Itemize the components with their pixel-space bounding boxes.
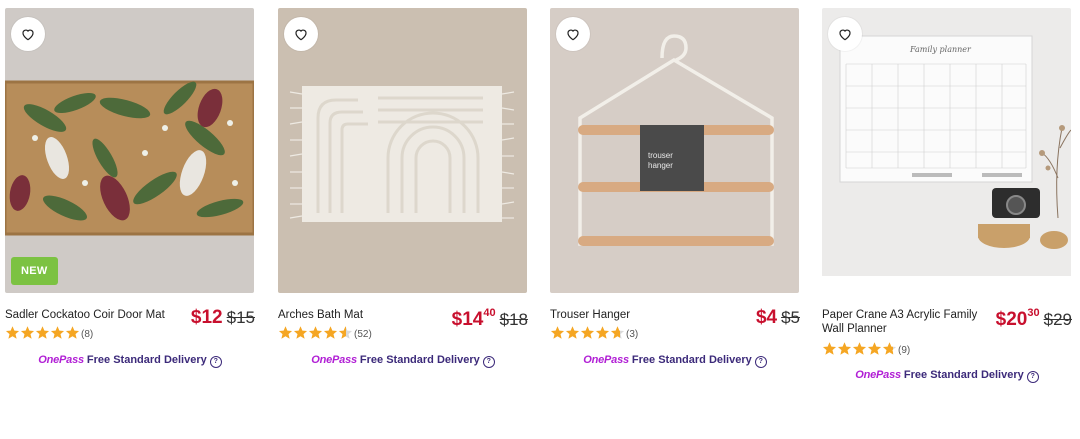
delivery-label: Free Standard Delivery <box>359 354 480 366</box>
new-badge: NEW <box>11 257 58 285</box>
onepass-logo: OnePass <box>855 369 901 381</box>
star-icon <box>278 326 293 339</box>
price-cents: 40 <box>483 307 496 319</box>
delivery-label: Free Standard Delivery <box>903 369 1024 381</box>
rating[interactable]: (52) <box>278 325 372 340</box>
question-circle-icon[interactable]: ? <box>1026 371 1039 383</box>
heart-outline-icon <box>22 29 34 41</box>
star-half-icon <box>882 342 897 355</box>
wishlist-button[interactable] <box>556 17 590 51</box>
was-price: $18 <box>499 310 528 329</box>
star-icon <box>308 326 323 339</box>
delivery-info: OnePass Free Standard Delivery? <box>5 354 255 368</box>
was-price: $29 <box>1043 310 1072 329</box>
heart-outline-icon <box>295 29 307 41</box>
wishlist-button[interactable] <box>828 17 862 51</box>
star-icon <box>580 326 595 339</box>
rating[interactable]: (8) <box>5 325 93 340</box>
product-title[interactable]: Arches Bath Mat <box>278 308 438 322</box>
onepass-logo: OnePass <box>583 354 629 366</box>
rating-count: (8) <box>81 328 94 340</box>
product-image-bath-mat[interactable] <box>278 8 527 293</box>
star-icon <box>293 326 308 339</box>
product-title[interactable]: Sadler Cockatoo Coir Door Mat <box>5 308 165 322</box>
product-card[interactable]: Arches Bath Mat $1440 $18 (52) OnePass Fre… <box>278 0 528 368</box>
onepass-logo: OnePass <box>38 354 84 366</box>
star-half-icon <box>338 326 353 339</box>
question-circle-icon[interactable]: ? <box>754 356 767 368</box>
current-price: $14 <box>451 309 484 330</box>
product-card[interactable]: Family planner Paper Crane A3 Acrylic Fa… <box>822 0 1072 383</box>
question-circle-icon[interactable]: ? <box>209 356 222 368</box>
star-icon <box>50 326 65 339</box>
star-icon <box>565 326 580 339</box>
star-icon <box>867 342 882 355</box>
star-icon <box>852 342 867 355</box>
delivery-info: OnePass Free Standard Delivery? <box>278 354 528 368</box>
product-image-door-mat[interactable]: NEW <box>5 8 254 293</box>
product-grid: NEW Sadler Cockatoo Coir Door Mat $12 $15… <box>0 0 1080 439</box>
star-icon <box>35 326 50 339</box>
delivery-label: Free Standard Delivery <box>86 354 207 366</box>
star-icon <box>5 326 20 339</box>
heart-outline-icon <box>567 29 579 41</box>
star-icon <box>550 326 565 339</box>
heart-outline-icon <box>839 29 851 41</box>
rating-count: (3) <box>626 328 639 340</box>
star-icon <box>822 342 837 355</box>
was-price: $15 <box>226 308 255 327</box>
price: $12 $15 <box>191 307 255 329</box>
wishlist-button[interactable] <box>11 17 45 51</box>
star-icon <box>595 326 610 339</box>
product-image-wall-planner[interactable]: Family planner <box>822 8 1071 293</box>
product-title[interactable]: Trouser Hanger <box>550 308 710 322</box>
current-price: $12 <box>190 307 223 328</box>
rating-count: (52) <box>354 328 372 340</box>
rating[interactable]: (9) <box>822 341 910 356</box>
price: $2030 $29 <box>996 307 1072 331</box>
star-icon <box>20 326 35 339</box>
star-icon <box>837 342 852 355</box>
tag-line2: hanger <box>648 161 673 170</box>
product-title[interactable]: Paper Crane A3 Acrylic Family Wall Plann… <box>822 308 982 336</box>
star-half-icon <box>610 326 625 339</box>
price-cents: 30 <box>1027 307 1040 319</box>
planner-heading: Family planner <box>909 45 972 54</box>
wishlist-button[interactable] <box>284 17 318 51</box>
current-price: $4 <box>755 307 778 328</box>
star-icon <box>65 326 80 339</box>
delivery-info: OnePass Free Standard Delivery? <box>550 354 800 368</box>
star-icon <box>323 326 338 339</box>
product-image-trouser-hanger[interactable]: trouser hanger <box>550 8 799 293</box>
star-rating <box>550 325 625 340</box>
was-price: $5 <box>781 308 800 327</box>
product-card[interactable]: NEW Sadler Cockatoo Coir Door Mat $12 $15… <box>5 0 255 368</box>
star-rating <box>822 341 897 356</box>
price: $1440 $18 <box>452 307 528 331</box>
onepass-logo: OnePass <box>311 354 357 366</box>
delivery-label: Free Standard Delivery <box>631 354 752 366</box>
tag-line1: trouser <box>648 151 673 160</box>
star-rating <box>5 325 80 340</box>
product-card[interactable]: trouser hanger Trouser Hanger $4 $5 (3) … <box>550 0 800 368</box>
delivery-info: OnePass Free Standard Delivery? <box>822 369 1072 383</box>
rating[interactable]: (3) <box>550 325 638 340</box>
rating-count: (9) <box>898 344 911 356</box>
current-price: $20 <box>995 309 1028 330</box>
star-rating <box>278 325 353 340</box>
question-circle-icon[interactable]: ? <box>482 356 495 368</box>
price: $4 $5 <box>756 307 800 329</box>
